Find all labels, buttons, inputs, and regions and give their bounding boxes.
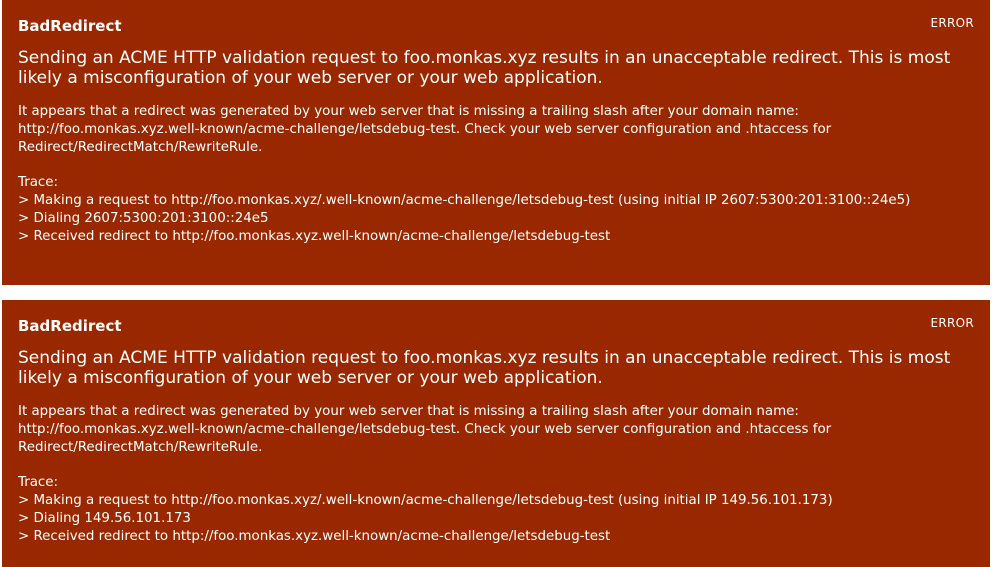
problem-detail: It appears that a redirect was generated… xyxy=(18,104,832,155)
trace-line: > Making a request to http://foo.monkas.… xyxy=(18,493,833,508)
trace-list: > Making a request to http://foo.monkas.… xyxy=(18,192,948,246)
problem-title: BadRedirect xyxy=(18,317,122,335)
trace-label: Trace: xyxy=(18,175,59,190)
problem-header: BadRedirect ERROR xyxy=(18,300,974,336)
trace-list: > Making a request to http://foo.monkas.… xyxy=(18,492,948,546)
problem-card: BadRedirect ERROR Sending an ACME HTTP v… xyxy=(2,300,990,567)
problem-summary: Sending an ACME HTTP validation request … xyxy=(18,48,951,88)
trace-line: > Dialing 2607:5300:201:3100::24e5 xyxy=(18,211,269,226)
results-list: BadRedirect ERROR Sending an ACME HTTP v… xyxy=(0,0,992,567)
trace-line: > Making a request to http://foo.monkas.… xyxy=(18,193,911,208)
trace-label: Trace: xyxy=(18,475,59,490)
severity-badge: ERROR xyxy=(930,316,974,330)
problem-title: BadRedirect xyxy=(18,17,122,35)
problem-header: BadRedirect ERROR xyxy=(18,0,974,36)
severity-badge: ERROR xyxy=(930,16,974,30)
problem-detail: It appears that a redirect was generated… xyxy=(18,404,832,455)
trace-line: > Dialing 149.56.101.173 xyxy=(18,511,191,526)
trace-line: > Received redirect to http://foo.monkas… xyxy=(18,529,611,544)
problem-summary: Sending an ACME HTTP validation request … xyxy=(18,348,951,388)
problem-card: BadRedirect ERROR Sending an ACME HTTP v… xyxy=(2,0,990,285)
trace-line: > Received redirect to http://foo.monkas… xyxy=(18,229,611,244)
